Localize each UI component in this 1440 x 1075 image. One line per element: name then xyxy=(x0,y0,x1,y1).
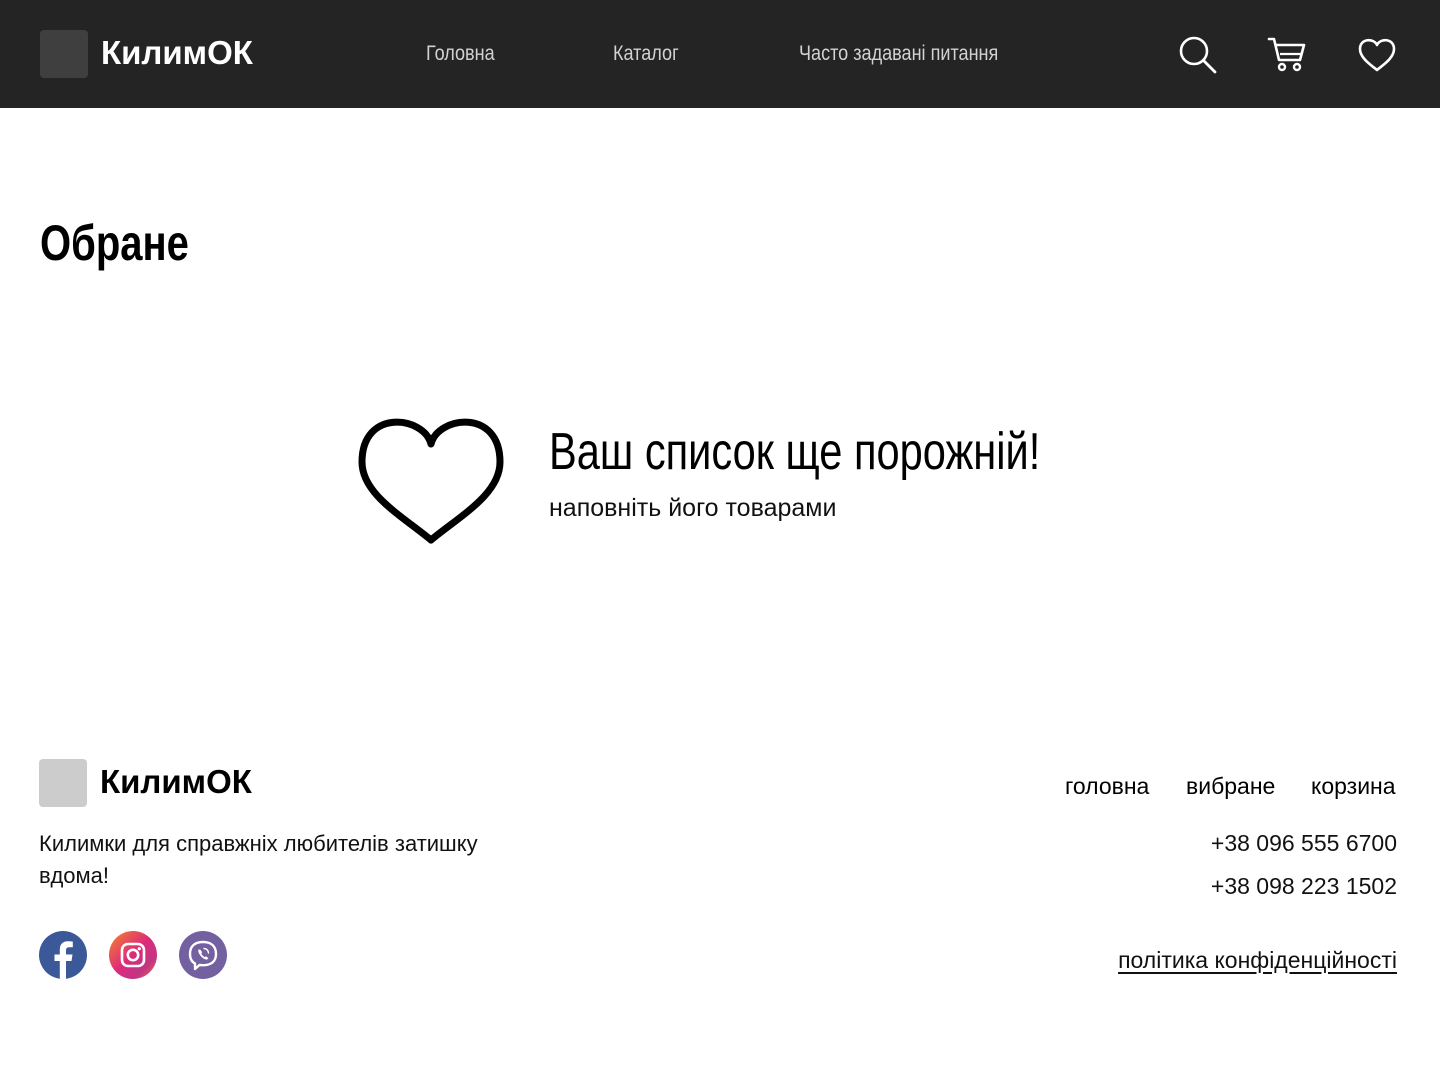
nav-link-home[interactable]: Головна xyxy=(426,41,495,67)
heart-icon xyxy=(356,410,506,546)
search-icon[interactable] xyxy=(1177,34,1217,74)
privacy-policy-link[interactable]: політика конфіденційності xyxy=(1118,945,1397,975)
nav-link-catalog[interactable]: Каталог xyxy=(613,41,679,67)
phone-number[interactable]: +38 098 223 1502 xyxy=(1211,871,1397,901)
phone-number[interactable]: +38 096 555 6700 xyxy=(1211,828,1397,858)
viber-icon[interactable] xyxy=(179,931,227,979)
facebook-icon[interactable] xyxy=(39,931,87,979)
footer-link-home[interactable]: головна xyxy=(1065,771,1149,801)
instagram-icon[interactable] xyxy=(109,931,157,979)
nav-link-faq[interactable]: Часто задавані питання xyxy=(799,41,998,67)
brand-name[interactable]: КилимОК xyxy=(101,33,253,73)
page-title: Обране xyxy=(40,215,189,271)
footer-logo-image[interactable] xyxy=(39,759,87,807)
top-header: КилимОК Головна Каталог Часто задавані п… xyxy=(0,0,1440,108)
footer-link-cart[interactable]: корзина xyxy=(1311,771,1396,801)
logo-image[interactable] xyxy=(40,30,88,78)
empty-state-subtitle: наповніть його товарами xyxy=(549,494,837,522)
cart-icon[interactable] xyxy=(1267,34,1307,74)
footer-link-favorites[interactable]: вибране xyxy=(1186,771,1275,801)
empty-state-title: Ваш список ще порожній! xyxy=(549,423,1041,481)
footer-brand-name[interactable]: КилимОК xyxy=(100,762,252,802)
footer-tagline: Килимки для справжніх любителів затишку … xyxy=(39,831,478,888)
heart-icon[interactable] xyxy=(1357,34,1397,74)
